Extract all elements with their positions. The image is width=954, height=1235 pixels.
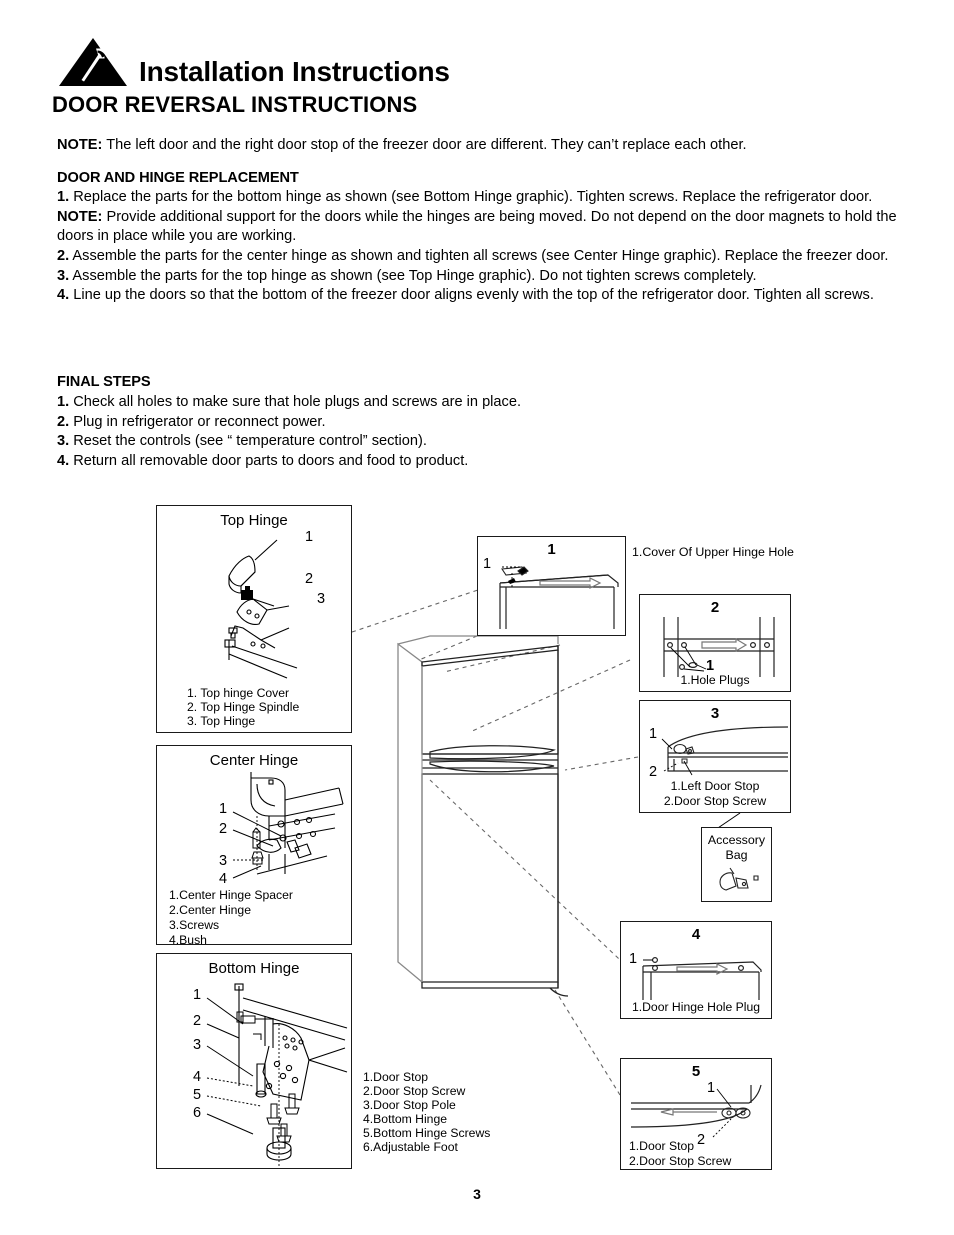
- detail-5-legend-2: 2.Door Stop Screw: [629, 1154, 732, 1168]
- document-page: Installation Instructions DOOR REVERSAL …: [0, 0, 954, 1235]
- detail-box-1: 1 1: [477, 536, 626, 636]
- detail-4-legend: 1.Door Hinge Hole Plug: [631, 1000, 761, 1014]
- detail-1-drawing: [499, 566, 619, 629]
- accessory-bag-label-line2: Bag: [725, 848, 748, 862]
- top-hinge-title: Top Hinge: [220, 512, 288, 529]
- detail-box-5: 5 1 2 1.Door Stop 2.Door Stop Screw: [620, 1058, 772, 1170]
- bottom-hinge-leaders: [206, 997, 262, 1135]
- refrigerator-illustration: [397, 635, 569, 997]
- top-hinge-callout-2: 2: [305, 571, 314, 587]
- accessory-bag-label-line1: Accessory: [707, 833, 766, 847]
- detail-3-legend-2: 2.Door Stop Screw: [663, 794, 767, 808]
- top-hinge-callout-1: 1: [305, 529, 314, 545]
- accessory-bag-drawing: [719, 867, 759, 891]
- center-hinge-legend-1: 1.Center Hinge Spacer: [169, 888, 293, 902]
- page-number: 3: [473, 1186, 481, 1202]
- top-hinge-legend-1: 1. Top hinge Cover: [187, 686, 290, 700]
- detail-box-3: 3 1 2 1.Left Door Stop 2.Door Stop Screw: [639, 700, 791, 813]
- detail-5-legend-1: 1.Door Stop: [629, 1139, 695, 1153]
- detail-3-callout-2: 2: [649, 764, 658, 780]
- bottom-hinge-figure: Bottom Hinge 1 2 3 4 5 6: [156, 953, 352, 1169]
- detail-1-callout-1: 1: [483, 556, 492, 572]
- detail-1-external-legend: 1.Cover Of Upper Hinge Hole: [632, 545, 794, 559]
- top-hinge-legend-2: 2. Top Hinge Spindle: [187, 700, 300, 714]
- top-hinge-legend-3: 3. Top Hinge: [187, 714, 256, 728]
- detail-2-legend: 1.Hole Plugs: [680, 673, 750, 687]
- detail-2-callout-1: 1: [706, 658, 715, 674]
- bottom-hinge-legend-2: 2.Door Stop Screw: [363, 1084, 466, 1098]
- bottom-hinge-legend-6: 6.Adjustable Foot: [363, 1140, 458, 1154]
- bottom-hinge-legend-4: 4.Bottom Hinge: [363, 1112, 448, 1126]
- top-hinge-callout-3: 3: [317, 591, 326, 607]
- detail-box-2: 2 1 1.Hole Plugs: [639, 594, 791, 692]
- center-hinge-legend-3: 3.Screws: [169, 918, 220, 932]
- detail-5-callout-1: 1: [707, 1080, 716, 1096]
- bottom-hinge-legend-3: 3.Door Stop Pole: [363, 1098, 456, 1112]
- detail-box-4: 4 1 1.Door Hinge Hole Plug: [620, 921, 772, 1019]
- center-hinge-figure: Center Hinge 1 2 3 4 1.Center Hinge Spac…: [156, 745, 352, 947]
- center-hinge-legend-2: 2.Center Hinge: [169, 903, 251, 917]
- center-hinge-legend-4: 4.Bush: [169, 933, 207, 947]
- top-hinge-figure: Top Hinge 1 2 3 1. Top hinge Cover 2. To…: [156, 505, 352, 733]
- bottom-hinge-legend-5: 5.Bottom Hinge Screws: [363, 1126, 491, 1140]
- detail-3-legend-1: 1.Left Door Stop: [670, 779, 760, 793]
- detail-3-callout-1: 1: [649, 726, 658, 742]
- accessory-bag-box: Accessory Bag: [701, 827, 772, 902]
- detail-5-callout-2: 2: [697, 1132, 706, 1148]
- detail-4-callout-1: 1: [629, 951, 638, 967]
- bottom-hinge-legend-1: 1.Door Stop: [363, 1070, 429, 1084]
